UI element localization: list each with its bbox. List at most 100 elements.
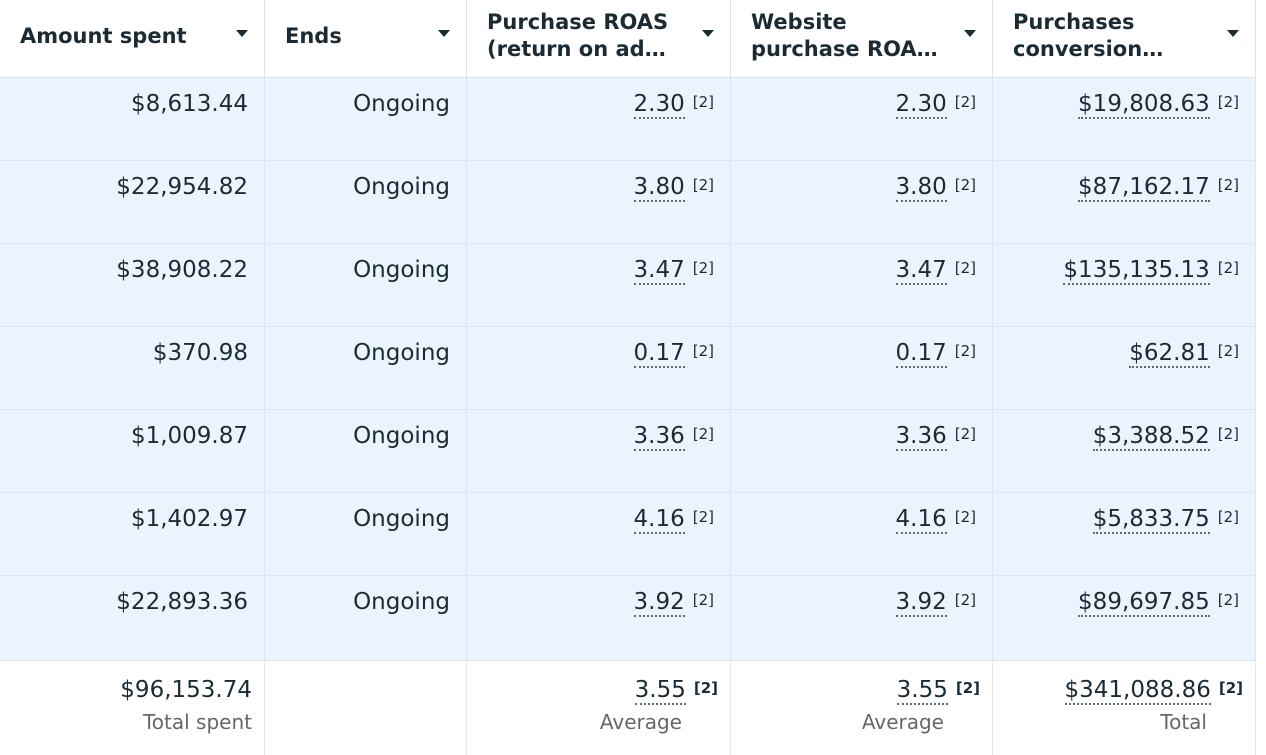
total-purchase-roas: 3.55 [2] Average [467, 661, 731, 755]
conversion-value-link[interactable]: $87,162.17 [1078, 174, 1210, 202]
cell-conversion-value: $19,808.63 [2] [993, 78, 1256, 160]
column-header-website-purchase-roas[interactable]: Website purchase ROA… [731, 0, 993, 78]
cell-purchase-roas: 4.16 [2] [467, 493, 731, 575]
cell-ends: Ongoing [265, 410, 467, 492]
footnote-ref: [2] [1217, 591, 1239, 609]
footnote-ref: [2] [954, 342, 976, 360]
total-amount-spent: $96,153.74 Total spent [0, 661, 265, 755]
average-roas-link[interactable]: 3.55 [634, 677, 686, 705]
cell-website-roas: 2.30 [2] [731, 78, 993, 160]
cell-website-roas: 3.80 [2] [731, 161, 993, 243]
cell-purchase-roas: 0.17 [2] [467, 327, 731, 409]
caret-down-icon[interactable] [964, 30, 976, 37]
footnote-ref: [2] [1217, 93, 1239, 111]
website-roas-link[interactable]: 4.16 [895, 506, 947, 534]
table-row[interactable]: $38,908.22 Ongoing 3.47 [2] 3.47 [2] $135,… [0, 244, 1266, 327]
column-header-purchase-roas[interactable]: Purchase ROAS (return on ad… [467, 0, 731, 78]
cell-amount-spent: $22,954.82 [0, 161, 265, 243]
cell-amount-spent: $8,613.44 [0, 78, 265, 160]
caret-down-icon[interactable] [236, 30, 248, 37]
website-roas-link[interactable]: 3.80 [895, 174, 947, 202]
total-conversion-link[interactable]: $341,088.86 [1064, 677, 1211, 705]
cell-conversion-value: $5,833.75 [2] [993, 493, 1256, 575]
cell-amount-spent: $1,009.87 [0, 410, 265, 492]
footnote-ref: [2] [954, 591, 976, 609]
footnote-ref: [2] [692, 425, 714, 443]
purchase-roas-link[interactable]: 3.80 [633, 174, 685, 202]
conversion-value-link[interactable]: $3,388.52 [1092, 423, 1210, 451]
average-label: Average [599, 710, 682, 734]
footnote-ref: [2] [954, 508, 976, 526]
cell-website-roas: 3.47 [2] [731, 244, 993, 326]
purchase-roas-link[interactable]: 4.16 [633, 506, 685, 534]
purchase-roas-link[interactable]: 3.47 [633, 257, 685, 285]
table-row[interactable]: $1,009.87 Ongoing 3.36 [2] 3.36 [2] $3,388… [0, 410, 1266, 493]
purchase-roas-link[interactable]: 2.30 [633, 91, 685, 119]
column-header-purchases-conversion[interactable]: Purchases conversion… [993, 0, 1256, 78]
caret-down-icon[interactable] [438, 30, 450, 37]
cell-website-roas: 0.17 [2] [731, 327, 993, 409]
column-header-ends[interactable]: Ends [265, 0, 467, 78]
average-website-roas-link[interactable]: 3.55 [896, 677, 948, 705]
column-label: Ends [285, 24, 342, 48]
results-table: Amount spent Ends Purchase ROAS (return … [0, 0, 1266, 755]
caret-down-icon[interactable] [1227, 30, 1239, 37]
website-roas-link[interactable]: 0.17 [895, 340, 947, 368]
purchase-roas-link[interactable]: 3.36 [633, 423, 685, 451]
table-row[interactable]: $22,954.82 Ongoing 3.80 [2] 3.80 [2] $87,1… [0, 161, 1266, 244]
table-row[interactable]: $22,893.36 Ongoing 3.92 [2] 3.92 [2] $89,6… [0, 576, 1266, 660]
cell-amount-spent: $38,908.22 [0, 244, 265, 326]
caret-down-icon[interactable] [702, 30, 714, 37]
total-ends [265, 661, 467, 755]
cell-ends: Ongoing [265, 161, 467, 243]
total-website-roas: 3.55 [2] Average [731, 661, 993, 755]
website-roas-link[interactable]: 3.36 [895, 423, 947, 451]
cell-amount-spent: $1,402.97 [0, 493, 265, 575]
column-label-line2: conversion… [1013, 37, 1164, 61]
cell-conversion-value: $89,697.85 [2] [993, 576, 1256, 660]
cell-purchase-roas: 3.92 [2] [467, 576, 731, 660]
purchase-roas-link[interactable]: 3.92 [633, 589, 685, 617]
cell-ends: Ongoing [265, 327, 467, 409]
table-row[interactable]: $8,613.44 Ongoing 2.30 [2] 2.30 [2] $19,80… [0, 78, 1266, 161]
cell-conversion-value: $3,388.52 [2] [993, 410, 1256, 492]
conversion-value-link[interactable]: $5,833.75 [1092, 506, 1210, 534]
footnote-ref: [2] [692, 176, 714, 194]
conversion-value-link[interactable]: $135,135.13 [1063, 257, 1210, 285]
total-label: Total [1160, 710, 1207, 734]
website-roas-link[interactable]: 3.47 [895, 257, 947, 285]
table-row[interactable]: $1,402.97 Ongoing 4.16 [2] 4.16 [2] $5,833… [0, 493, 1266, 576]
cell-ends: Ongoing [265, 493, 467, 575]
cell-purchase-roas: 3.36 [2] [467, 410, 731, 492]
purchase-roas-link[interactable]: 0.17 [633, 340, 685, 368]
footnote-ref: [2] [1217, 508, 1239, 526]
footnote-ref: [2] [692, 93, 714, 111]
cell-website-roas: 3.92 [2] [731, 576, 993, 660]
footnote-ref: [2] [1217, 342, 1239, 360]
total-spent-label: Total spent [142, 710, 252, 734]
website-roas-link[interactable]: 3.92 [895, 589, 947, 617]
conversion-value-link[interactable]: $89,697.85 [1078, 589, 1210, 617]
cell-conversion-value: $62.81 [2] [993, 327, 1256, 409]
footnote-ref: [2] [692, 259, 714, 277]
footnote-ref: [2] [954, 259, 976, 277]
total-conversion-value: $341,088.86 [2] Total [993, 661, 1256, 755]
conversion-value-link[interactable]: $62.81 [1129, 340, 1210, 368]
footnote-ref: [2] [692, 508, 714, 526]
column-label-line2: (return on ad… [487, 37, 666, 61]
cell-website-roas: 4.16 [2] [731, 493, 993, 575]
cell-ends: Ongoing [265, 78, 467, 160]
column-header-amount-spent[interactable]: Amount spent [0, 0, 265, 78]
table-row[interactable]: $370.98 Ongoing 0.17 [2] 0.17 [2] $62.81 [2… [0, 327, 1266, 410]
footnote-ref: [2] [1217, 176, 1239, 194]
footnote-ref: [2] [1217, 259, 1239, 277]
cell-ends: Ongoing [265, 244, 467, 326]
column-label: Amount spent [20, 24, 187, 48]
totals-row: $96,153.74 Total spent 3.55 [2] Average 3… [0, 660, 1266, 755]
cell-amount-spent: $370.98 [0, 327, 265, 409]
conversion-value-link[interactable]: $19,808.63 [1078, 91, 1210, 119]
website-roas-link[interactable]: 2.30 [895, 91, 947, 119]
column-label-line2: purchase ROA… [751, 37, 938, 61]
cell-purchase-roas: 3.80 [2] [467, 161, 731, 243]
cell-conversion-value: $135,135.13 [2] [993, 244, 1256, 326]
